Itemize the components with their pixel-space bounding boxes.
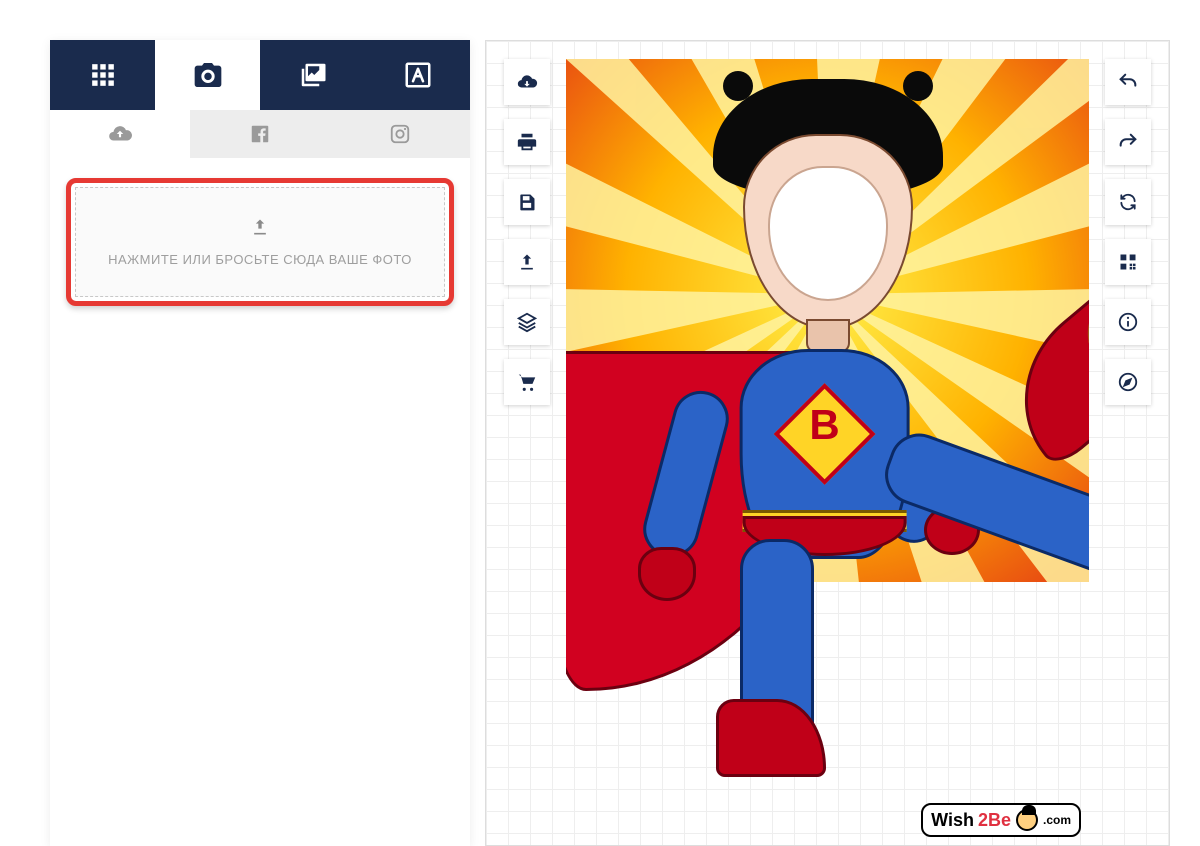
watermark-badge: Wish2Be .com [921, 803, 1081, 837]
tab-layers[interactable] [260, 40, 365, 110]
figure-neck [806, 319, 850, 353]
figure-glove-left [638, 547, 696, 601]
tab-templates[interactable] [50, 40, 155, 110]
instagram-icon [389, 123, 411, 145]
layers-button[interactable] [504, 299, 550, 345]
upload-highlight: НАЖМИТЕ ИЛИ БРОСЬТЕ СЮДА ВАШЕ ФОТО [66, 178, 454, 306]
figure-boot-right [986, 258, 1089, 471]
facebook-icon [249, 123, 271, 145]
upload-area-wrap: НАЖМИТЕ ИЛИ БРОСЬТЕ СЮДА ВАШЕ ФОТО [50, 158, 470, 326]
explore-button[interactable] [1105, 359, 1151, 405]
info-button[interactable] [1105, 299, 1151, 345]
watermark-part1: Wish [931, 810, 974, 831]
source-instagram[interactable] [330, 110, 470, 158]
cloud-download-icon [516, 71, 538, 93]
redo-icon [1117, 131, 1139, 153]
download-button[interactable] [504, 59, 550, 105]
watermark-mascot-icon [1016, 809, 1038, 831]
save-button[interactable] [504, 179, 550, 225]
undo-button[interactable] [1105, 59, 1151, 105]
figure-face [743, 134, 913, 329]
undo-icon [1117, 71, 1139, 93]
source-upload[interactable] [50, 110, 190, 158]
upload-dropzone[interactable]: НАЖМИТЕ ИЛИ БРОСЬТЕ СЮДА ВАШЕ ФОТО [75, 187, 445, 297]
canvas-area: B Wish2Be .com [485, 40, 1170, 846]
source-tab-bar [50, 110, 470, 158]
main-tab-bar [50, 40, 470, 110]
figure-torso: B [739, 349, 909, 559]
face-photo-slot[interactable] [768, 166, 888, 301]
layers-icon [516, 311, 538, 333]
grid-icon [90, 62, 116, 88]
print-icon [516, 131, 538, 153]
caricature-figure: B [566, 59, 1089, 845]
qr-icon [1118, 252, 1138, 272]
refresh-button[interactable] [1105, 179, 1151, 225]
camera-icon [192, 59, 224, 91]
sidebar-panel: НАЖМИТЕ ИЛИ БРОСЬТЕ СЮДА ВАШЕ ФОТО [50, 40, 470, 846]
save-icon [517, 192, 537, 212]
watermark-part2: 2Be [978, 810, 1011, 831]
watermark-suffix: .com [1043, 813, 1071, 827]
cart-icon [516, 371, 538, 393]
tab-text[interactable] [365, 40, 470, 110]
chest-letter: B [792, 402, 856, 466]
cloud-upload-icon [107, 121, 133, 147]
upload-icon [250, 217, 270, 242]
tab-photo[interactable] [155, 40, 260, 110]
source-facebook[interactable] [190, 110, 330, 158]
print-button[interactable] [504, 119, 550, 165]
refresh-icon [1118, 192, 1138, 212]
figure-chest-emblem: B [773, 383, 875, 485]
images-icon [298, 60, 328, 90]
qr-button[interactable] [1105, 239, 1151, 285]
compass-icon [1117, 371, 1139, 393]
cart-button[interactable] [504, 359, 550, 405]
redo-button[interactable] [1105, 119, 1151, 165]
upload-button[interactable] [504, 239, 550, 285]
app-root: НАЖМИТЕ ИЛИ БРОСЬТЕ СЮДА ВАШЕ ФОТО [0, 0, 1200, 846]
upload-label: НАЖМИТЕ ИЛИ БРОСЬТЕ СЮДА ВАШЕ ФОТО [108, 252, 412, 267]
text-icon [403, 60, 433, 90]
artwork-canvas[interactable]: B Wish2Be .com [566, 59, 1089, 845]
canvas-toolbar-right [1105, 59, 1151, 405]
canvas-toolbar-left [504, 59, 550, 405]
info-icon [1117, 311, 1139, 333]
upload-icon [517, 252, 537, 272]
